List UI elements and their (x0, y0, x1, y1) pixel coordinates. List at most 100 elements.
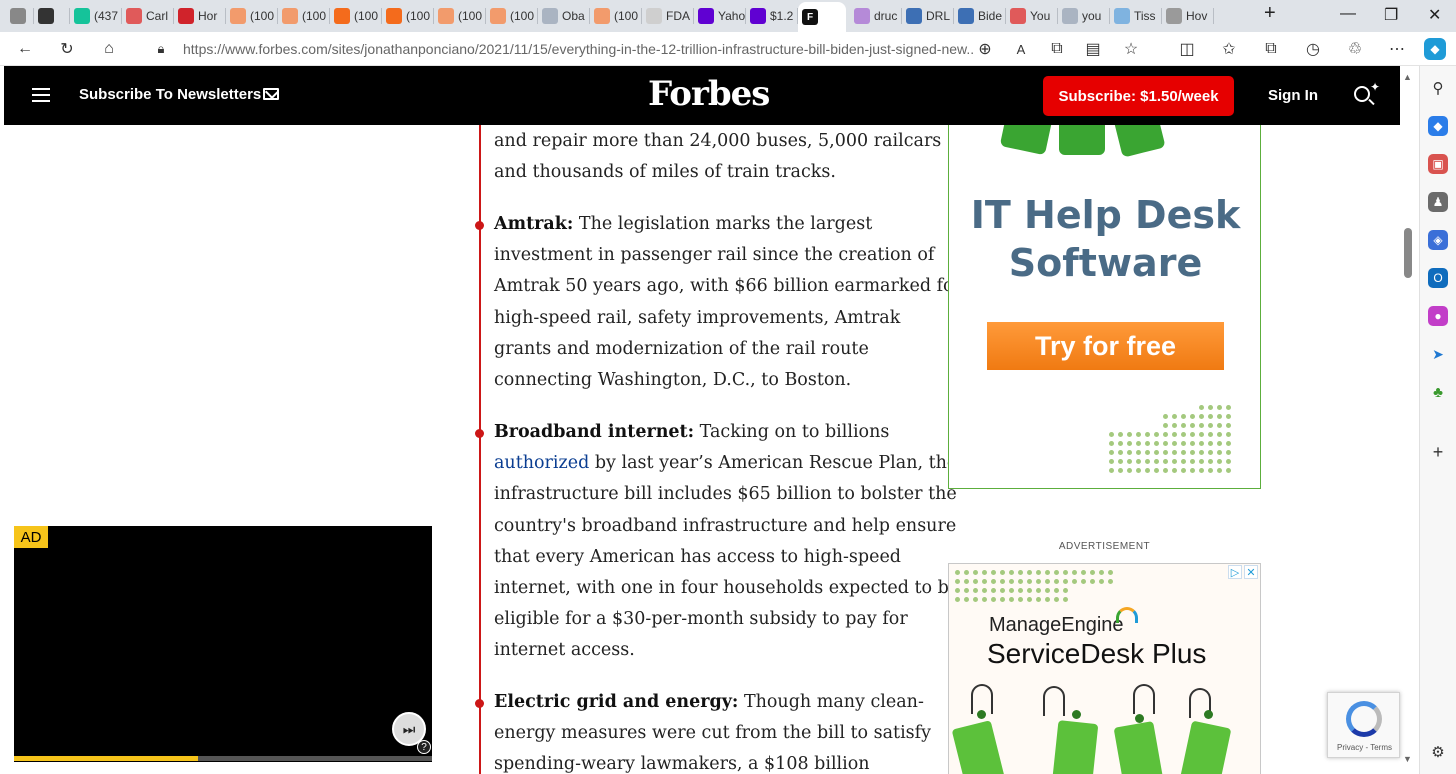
sidebar-copilot-icon[interactable]: ● (1428, 306, 1448, 326)
browser-tab[interactable]: FDA (642, 4, 694, 28)
browser-tab[interactable]: (100 (434, 4, 486, 28)
browser-tab[interactable]: Bide (954, 4, 1006, 28)
sidebar-games-icon[interactable]: ♟ (1428, 192, 1448, 212)
ad-servicedesk-plus[interactable]: ▷ ✕ ManageEngine ServiceDesk Plus (948, 563, 1261, 774)
lock-icon[interactable]: 🔒︎ (150, 38, 172, 60)
newsletter-link[interactable]: Subscribe To Newsletters (79, 86, 261, 103)
browser-tab[interactable]: (100 (382, 4, 434, 28)
ad-dot (1009, 597, 1014, 602)
browser-tab[interactable]: DRL (902, 4, 954, 28)
ad-dot (973, 570, 978, 575)
app-available-icon[interactable]: ⧉ (1046, 38, 1068, 60)
sidebar-office-icon[interactable]: ◈ (1428, 230, 1448, 250)
copilot-icon[interactable]: ◆ (1424, 38, 1446, 60)
ad-dot (1217, 423, 1222, 428)
browser-tab[interactable]: (100 (278, 4, 330, 28)
favorite-star-icon[interactable]: ☆ (1120, 38, 1142, 60)
split-screen-icon[interactable]: ◫ (1176, 38, 1198, 60)
browser-tab[interactable]: (100 (590, 4, 642, 28)
ad-dot (1036, 579, 1041, 584)
ad-dot (1081, 579, 1086, 584)
browser-tab[interactable]: Yaho (694, 4, 746, 28)
ad-it-help-desk[interactable]: IT Help Desk Software Try for free (948, 125, 1261, 489)
paragraph-line: Tacking on to billions (694, 422, 890, 442)
browser-tab[interactable]: (100 (486, 4, 538, 28)
sidebar-settings-icon[interactable]: ⚙ (1428, 742, 1448, 762)
browser-tab[interactable]: F (798, 2, 846, 32)
browser-tab[interactable]: Hor (174, 4, 226, 28)
adchoices-icon[interactable]: ▷ (1228, 565, 1242, 579)
browser-tab[interactable]: Hov (1162, 4, 1214, 28)
browser-tab[interactable]: Carl (122, 4, 174, 28)
document-icon (646, 8, 662, 24)
ad-close-icon[interactable]: ✕ (1244, 565, 1258, 579)
browser-tab[interactable]: (437 (70, 4, 122, 28)
recaptcha-links[interactable]: Privacy - Terms (1328, 743, 1401, 752)
url-text[interactable]: https://www.forbes.com/sites/jonathanpon… (183, 41, 973, 57)
sidebar-add-icon[interactable]: + (1428, 442, 1448, 462)
sidebar-tree-icon[interactable]: ♣ (1428, 382, 1448, 402)
extensions-icon[interactable]: ♲ (1344, 38, 1366, 60)
immersive-reader-icon[interactable]: ▤ (1082, 38, 1104, 60)
browser-tab[interactable]: (100 (330, 4, 382, 28)
recaptcha-badge[interactable]: Privacy - Terms (1327, 692, 1400, 758)
paragraph-line: internet access. (494, 640, 635, 661)
tab-label: Yaho (718, 9, 746, 23)
ad-dot (1190, 459, 1195, 464)
menu-icon[interactable] (32, 88, 50, 102)
tab-label: Oba (562, 9, 585, 23)
browser-tab[interactable] (34, 4, 70, 28)
ad-dot (1226, 441, 1231, 446)
browser-tab[interactable]: You (1006, 4, 1058, 28)
paragraph-line: Amtrak 50 years ago, with $66 billion ea… (494, 276, 962, 297)
help-icon[interactable]: ? (417, 740, 431, 754)
forbes-logo[interactable]: Forbes (648, 74, 770, 114)
search-icon[interactable] (1354, 86, 1370, 102)
ad-dot (1217, 468, 1222, 473)
ad-dot (1190, 423, 1195, 428)
paragraph-line: by last year’s American Rescue Plan, the (589, 453, 958, 474)
browser-tab[interactable]: Tiss (1110, 4, 1162, 28)
browser-tab[interactable]: you (1058, 4, 1110, 28)
mail-icon[interactable] (263, 88, 279, 100)
browser-tab[interactable] (6, 4, 34, 28)
try-for-free-button[interactable]: Try for free (987, 322, 1224, 370)
browser-tab[interactable]: (100 (226, 4, 278, 28)
browser-tab[interactable]: $1.2 (746, 4, 798, 28)
sidebar-tools-icon[interactable]: ▣ (1428, 154, 1448, 174)
tab-favicon-orange (334, 8, 350, 24)
scroll-thumb[interactable] (1404, 228, 1412, 278)
sidebar-search-icon[interactable]: ⚲ (1428, 78, 1448, 98)
more-menu-icon[interactable]: ⋯ (1386, 38, 1408, 60)
scroll-up-icon[interactable]: ▲ (1403, 72, 1412, 82)
sidebar-shopping-icon[interactable]: ◆ (1428, 116, 1448, 136)
scroll-down-icon[interactable]: ▼ (1403, 754, 1412, 764)
ad-dot (1190, 414, 1195, 419)
authorized-link[interactable]: authorized (494, 453, 589, 473)
page-scrollbar[interactable]: ▲ ▼ (1400, 66, 1418, 774)
subscribe-button[interactable]: Subscribe: $1.50/week (1043, 76, 1234, 116)
refresh-icon[interactable]: ↻ (56, 38, 78, 60)
collections-icon[interactable]: ⧉ (1260, 38, 1282, 60)
home-icon[interactable]: ⌂ (98, 38, 120, 60)
sidebar-send-icon[interactable]: ➤ (1428, 344, 1448, 364)
back-icon[interactable]: ← (14, 38, 36, 60)
new-tab-button[interactable]: + (1264, 2, 1276, 25)
restore-icon[interactable]: ❐ (1384, 5, 1398, 25)
address-bar[interactable]: 🔒︎ https://www.forbes.com/sites/jonathan… (138, 35, 1160, 63)
minimize-icon[interactable]: — (1340, 5, 1356, 23)
sign-in-link[interactable]: Sign In (1268, 87, 1318, 104)
video-progress-bar[interactable] (14, 756, 432, 761)
browser-tab[interactable]: Oba (538, 4, 590, 28)
ad-dot (1118, 450, 1123, 455)
close-window-icon[interactable]: ✕ (1428, 5, 1441, 25)
video-ad-player[interactable]: AD ⏭ ? (14, 526, 432, 762)
ad-dot (1000, 570, 1005, 575)
favorites-icon[interactable]: ✩ (1218, 38, 1240, 60)
tab-label: (100 (406, 9, 431, 23)
sidebar-outlook-icon[interactable]: O (1428, 268, 1448, 288)
history-icon[interactable]: ◷ (1302, 38, 1324, 60)
zoom-icon[interactable]: ⊕ (974, 38, 996, 60)
read-aloud-icon[interactable]: A (1010, 38, 1032, 60)
browser-tab[interactable]: druc (850, 4, 902, 28)
